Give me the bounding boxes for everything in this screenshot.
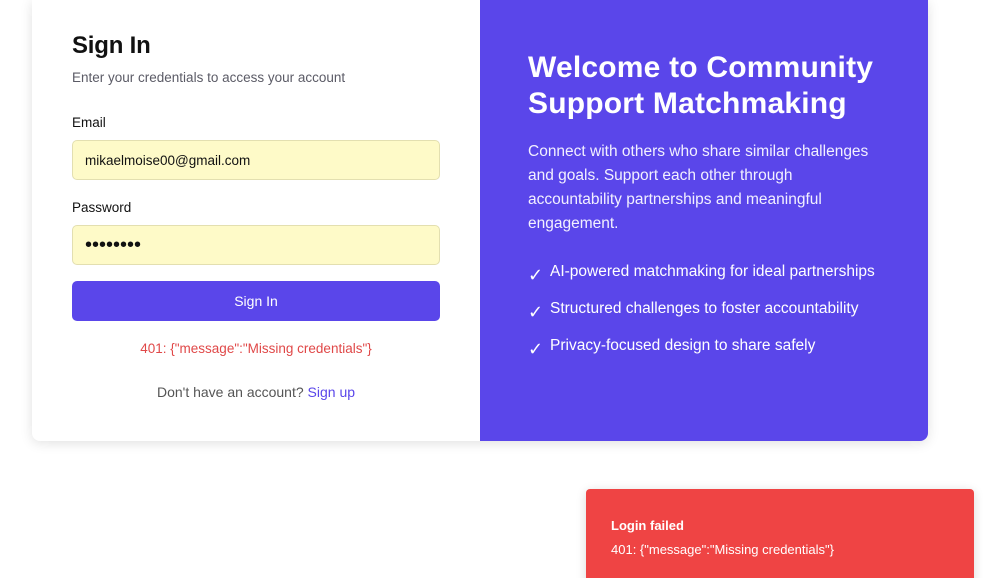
welcome-description: Connect with others who share similar ch… — [528, 143, 869, 232]
error-toast[interactable]: Login failed 401: {"message":"Missing cr… — [586, 489, 974, 578]
check-icon: ✓ — [528, 339, 544, 359]
check-icon: ✓ — [528, 302, 544, 322]
signup-link[interactable]: Sign up — [308, 384, 355, 400]
auth-card: Sign In Enter your credentials to access… — [32, 0, 928, 441]
feature-list: ✓ AI-powered matchmaking for ideal partn… — [528, 260, 882, 361]
page-title: Sign In — [72, 32, 151, 59]
welcome-heading: Welcome to Community Support Matchmaking — [528, 51, 874, 120]
password-field[interactable] — [72, 225, 440, 265]
feature-item: ✓ Structured challenges to foster accoun… — [528, 297, 882, 324]
check-icon: ✓ — [528, 265, 544, 285]
signin-panel: Sign In Enter your credentials to access… — [32, 0, 480, 441]
sign-in-button[interactable]: Sign In — [72, 281, 440, 321]
password-label: Password — [72, 200, 132, 215]
feature-text: Privacy-focused design to share safely — [550, 337, 816, 354]
feature-item: ✓ AI-powered matchmaking for ideal partn… — [528, 260, 882, 287]
error-message: 401: {"message":"Missing credentials"} — [140, 341, 372, 356]
email-field[interactable] — [72, 140, 440, 180]
signin-subtitle: Enter your credentials to access your ac… — [72, 70, 346, 85]
feature-item: ✓ Privacy-focused design to share safely — [528, 334, 882, 361]
toast-title: Login failed — [611, 518, 684, 533]
signup-prompt: Don't have an account? Sign up — [72, 384, 440, 400]
toast-message: 401: {"message":"Missing credentials"} — [611, 542, 834, 557]
feature-text: Structured challenges to foster accounta… — [550, 300, 859, 317]
email-label: Email — [72, 115, 106, 130]
signup-prompt-text: Don't have an account? — [156, 384, 304, 400]
welcome-panel: Welcome to Community Support Matchmaking… — [480, 0, 928, 441]
feature-text: AI-powered matchmaking for ideal partner… — [550, 263, 875, 280]
